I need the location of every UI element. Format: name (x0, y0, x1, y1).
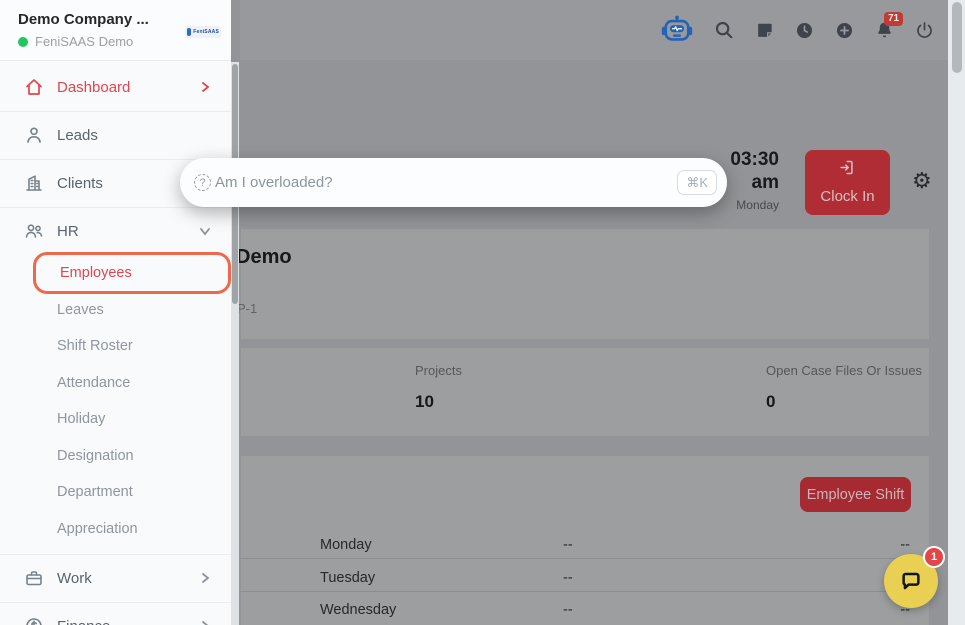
day-label: Monday (320, 537, 372, 553)
sidebar-subitem-label: Department (57, 484, 133, 500)
profile-card (240, 228, 930, 340)
sidebar-subitem-holiday[interactable]: Holiday (0, 401, 231, 437)
sidebar-item-label: HR (57, 222, 79, 240)
workspace-label: FeniSAAS Demo (35, 34, 134, 49)
shift-value: -- (563, 570, 573, 586)
question-circle-icon: ? (194, 174, 211, 191)
current-time: 03:30 am Monday (723, 148, 779, 212)
sidebar-subitem-label: Employees (60, 265, 132, 281)
sidebar-subitem-label: Leaves (57, 302, 104, 318)
finance-icon (24, 616, 44, 625)
stat-label: Open Case Files Or Issues (766, 363, 923, 378)
sidebar-item-label: Work (57, 569, 92, 587)
company-header[interactable]: Demo Company ... FeniSAAS Demo FeniSAAS (0, 0, 231, 61)
chat-bubble-icon (902, 572, 920, 590)
employee-code: P-1 (237, 301, 258, 316)
company-name: Demo Company ... (18, 11, 149, 28)
building-icon (24, 173, 44, 193)
note-value: -- (900, 537, 910, 553)
keyboard-shortcut-badge: ⌘K (677, 170, 717, 195)
stat-value: 0 (766, 392, 776, 411)
power-icon[interactable] (915, 21, 934, 40)
clock-in-button[interactable]: Clock In (805, 150, 890, 215)
sidebar-subitem-appreciation[interactable]: Appreciation (0, 511, 231, 547)
sidebar-subitem-shift-roster[interactable]: Shift Roster (0, 328, 231, 364)
search-input[interactable] (211, 174, 678, 191)
sidebar-item-label: Clients (57, 174, 103, 192)
sidebar-subitem-label: Shift Roster (57, 338, 133, 354)
sidebar-subitem-leaves[interactable]: Leaves (0, 292, 231, 328)
sidebar-item-label: Finance (57, 618, 110, 625)
briefcase-icon (24, 568, 44, 588)
sidebar-subitem-label: Attendance (57, 375, 131, 391)
sidebar-item-finance[interactable]: Finance (0, 602, 231, 625)
status-dot-icon (18, 36, 28, 47)
sidebar-subitem-attendance[interactable]: Attendance (0, 365, 231, 401)
person-icon (24, 125, 44, 145)
stat-open-cases: Open Case Files Or Issues 0 (766, 363, 922, 412)
day-label: Wednesday (320, 602, 397, 618)
day-label: Tuesday (320, 570, 376, 586)
sidebar-item-hr[interactable]: HR (0, 207, 231, 255)
stat-projects: Projects 10 (415, 363, 462, 412)
logo-text: FeniSAAS (193, 29, 219, 35)
notification-badge: 71 (884, 11, 904, 26)
add-icon[interactable] (835, 21, 854, 40)
chevron-right-icon (198, 571, 212, 585)
sidebar-subitem-designation[interactable]: Designation (0, 438, 231, 474)
message-icon[interactable] (755, 21, 774, 40)
bell-icon[interactable]: 71 (875, 11, 904, 40)
stat-value: 10 (415, 392, 434, 411)
clock-icon[interactable] (795, 21, 814, 40)
sidebar-subitem-label: Designation (57, 448, 134, 464)
fenisaas-logo: FeniSAAS (185, 26, 221, 38)
ai-robot-icon[interactable] (661, 15, 693, 45)
company-status: FeniSAAS Demo (18, 34, 133, 49)
gear-icon[interactable]: ⚙ (912, 170, 932, 192)
chevron-right-icon (198, 619, 212, 625)
employee-shift-button[interactable]: Employee Shift (800, 477, 911, 512)
shift-value: -- (563, 537, 573, 553)
people-icon (24, 221, 44, 241)
login-icon (840, 160, 853, 175)
row-divider (240, 591, 930, 592)
sidebar: Demo Company ... FeniSAAS Demo FeniSAAS … (0, 0, 231, 625)
main-scrollbar-thumb[interactable] (952, 2, 962, 73)
sidebar-subitem-department[interactable]: Department (0, 474, 231, 510)
logo-mark-icon (187, 28, 192, 36)
time-value: 03:30 am (730, 149, 779, 193)
chevron-right-icon (198, 80, 212, 94)
sidebar-subitem-label: Appreciation (57, 521, 138, 537)
sidebar-scrollbar-track[interactable] (231, 62, 239, 625)
page-title: Demo (236, 246, 292, 268)
clock-in-label: Clock In (820, 187, 875, 205)
shift-row-wednesday: Wednesday -- -- (240, 594, 930, 625)
sidebar-subitem-employees[interactable]: Employees (33, 252, 231, 294)
topbar-icon-group: 71 (661, 0, 948, 60)
sidebar-subitem-label: Holiday (57, 411, 106, 427)
global-search-bar[interactable]: ? ⌘K (180, 158, 727, 207)
app-root: 71 Demo P-1 Projects 10 Open Case Files … (0, 0, 965, 625)
sidebar-item-work[interactable]: Work (0, 554, 231, 602)
shift-value: -- (563, 602, 573, 618)
search-icon[interactable] (714, 20, 734, 40)
sidebar-item-label: Dashboard (57, 78, 131, 96)
chevron-down-icon (198, 224, 212, 238)
day-value: Monday (736, 198, 779, 212)
row-divider (240, 558, 930, 559)
main-scrollbar-track[interactable] (948, 0, 965, 625)
sidebar-item-leads[interactable]: Leads (0, 111, 231, 159)
home-icon (24, 77, 44, 97)
sidebar-item-dashboard[interactable]: Dashboard (0, 63, 231, 111)
sidebar-item-label: Leads (57, 126, 98, 144)
stat-label: Projects (415, 363, 462, 378)
chat-unread-badge: 1 (923, 546, 945, 568)
